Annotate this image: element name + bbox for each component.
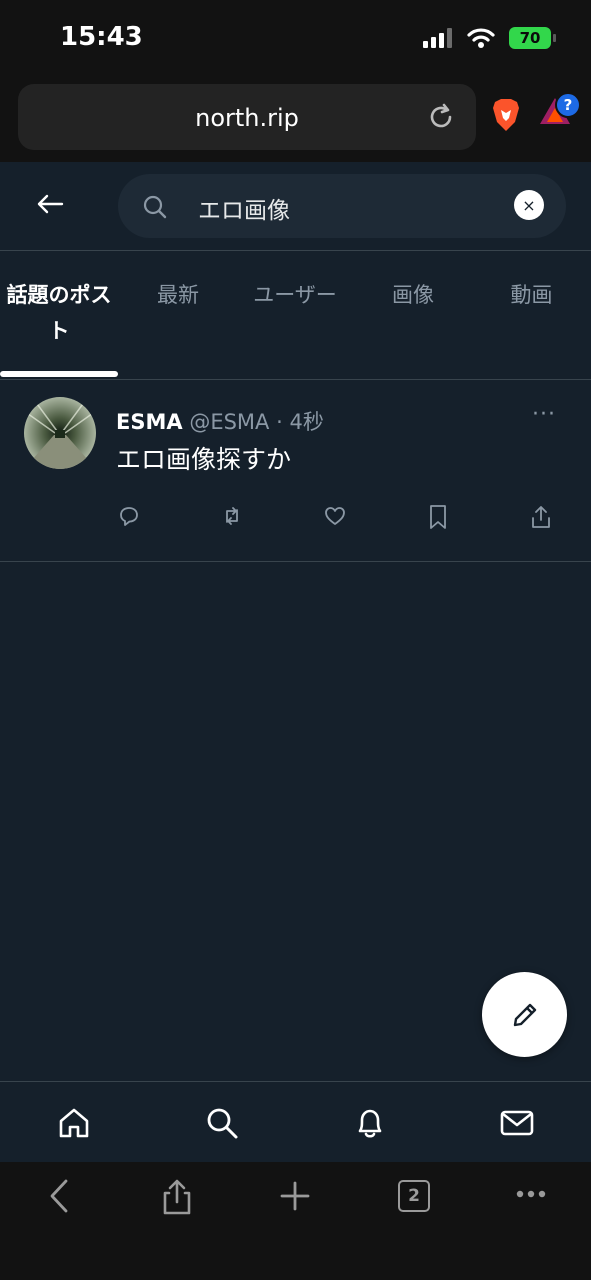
search-tabs: 話題のポスト 最新 ユーザー 画像 動画 — [0, 251, 591, 380]
active-tab-indicator — [0, 371, 118, 377]
post-timestamp[interactable]: 4秒 — [289, 410, 323, 434]
bottom-navigation — [0, 1081, 591, 1162]
tab-label: ユーザー — [253, 283, 337, 307]
brave-shields-icon[interactable] — [491, 98, 521, 132]
post-separator: · — [276, 410, 283, 434]
search-icon — [143, 195, 167, 219]
avatar[interactable] — [24, 397, 96, 469]
pencil-icon — [513, 1003, 536, 1026]
more-menu-icon[interactable] — [515, 1188, 547, 1200]
browser-address-bar: north.rip ? — [0, 80, 591, 162]
chevron-left-icon[interactable] — [44, 1178, 74, 1214]
home-icon[interactable] — [57, 1106, 91, 1140]
messages-mail-icon[interactable] — [499, 1106, 535, 1140]
new-tab-plus-icon[interactable] — [279, 1178, 311, 1214]
status-icons: 70 — [423, 27, 556, 49]
tab-users[interactable]: ユーザー — [236, 279, 354, 309]
tab-top-posts[interactable]: 話題のポスト — [0, 277, 118, 349]
post-author-handle[interactable]: @ESMA — [189, 410, 269, 434]
post-header: ESMA @ESMA · 4秒 — [116, 406, 324, 436]
tab-label: 画像 — [392, 283, 434, 307]
more-options-icon[interactable]: ··· — [532, 402, 556, 427]
search-header: エロ画像 × — [0, 162, 591, 251]
status-bar: 15:43 70 — [0, 0, 591, 80]
url-text: north.rip — [195, 104, 299, 132]
bookmark-icon[interactable] — [426, 504, 450, 530]
signal-icon — [423, 28, 452, 48]
compose-button[interactable] — [482, 972, 567, 1057]
search-icon[interactable] — [205, 1106, 239, 1140]
battery-level: 70 — [519, 29, 541, 47]
repost-icon[interactable] — [220, 504, 244, 528]
notifications-bell-icon[interactable] — [353, 1106, 387, 1140]
back-arrow-icon[interactable] — [34, 188, 66, 220]
tab-label: 動画 — [510, 283, 553, 307]
share-icon[interactable] — [161, 1178, 193, 1216]
share-icon[interactable] — [529, 504, 553, 530]
tab-videos[interactable]: 動画 — [472, 279, 591, 309]
tab-count: 2 — [408, 1186, 420, 1206]
tab-images[interactable]: 画像 — [354, 279, 472, 309]
reply-icon[interactable] — [117, 504, 141, 528]
post[interactable]: ESMA @ESMA · 4秒 ··· エロ画像探すか — [0, 380, 591, 562]
tabs-count-button[interactable]: 2 — [398, 1180, 430, 1212]
post-author-name[interactable]: ESMA — [116, 410, 183, 434]
like-icon[interactable] — [323, 504, 347, 528]
post-text: エロ画像探すか — [116, 445, 292, 474]
close-icon: × — [522, 195, 536, 215]
browser-toolbar: 2 — [0, 1162, 591, 1280]
tab-label: 最新 — [157, 283, 199, 307]
url-field[interactable]: north.rip — [18, 84, 476, 150]
search-query: エロ画像 — [198, 198, 290, 224]
clear-search-button[interactable]: × — [514, 190, 544, 220]
status-time: 15:43 — [60, 22, 143, 52]
tab-latest[interactable]: 最新 — [120, 279, 236, 309]
battery-indicator: 70 — [509, 27, 556, 49]
reload-icon[interactable] — [426, 102, 456, 132]
rewards-badge: ? — [555, 92, 581, 118]
tab-label: 話題のポスト — [6, 283, 112, 343]
wifi-icon — [467, 28, 495, 48]
search-input[interactable]: エロ画像 × — [118, 174, 566, 238]
